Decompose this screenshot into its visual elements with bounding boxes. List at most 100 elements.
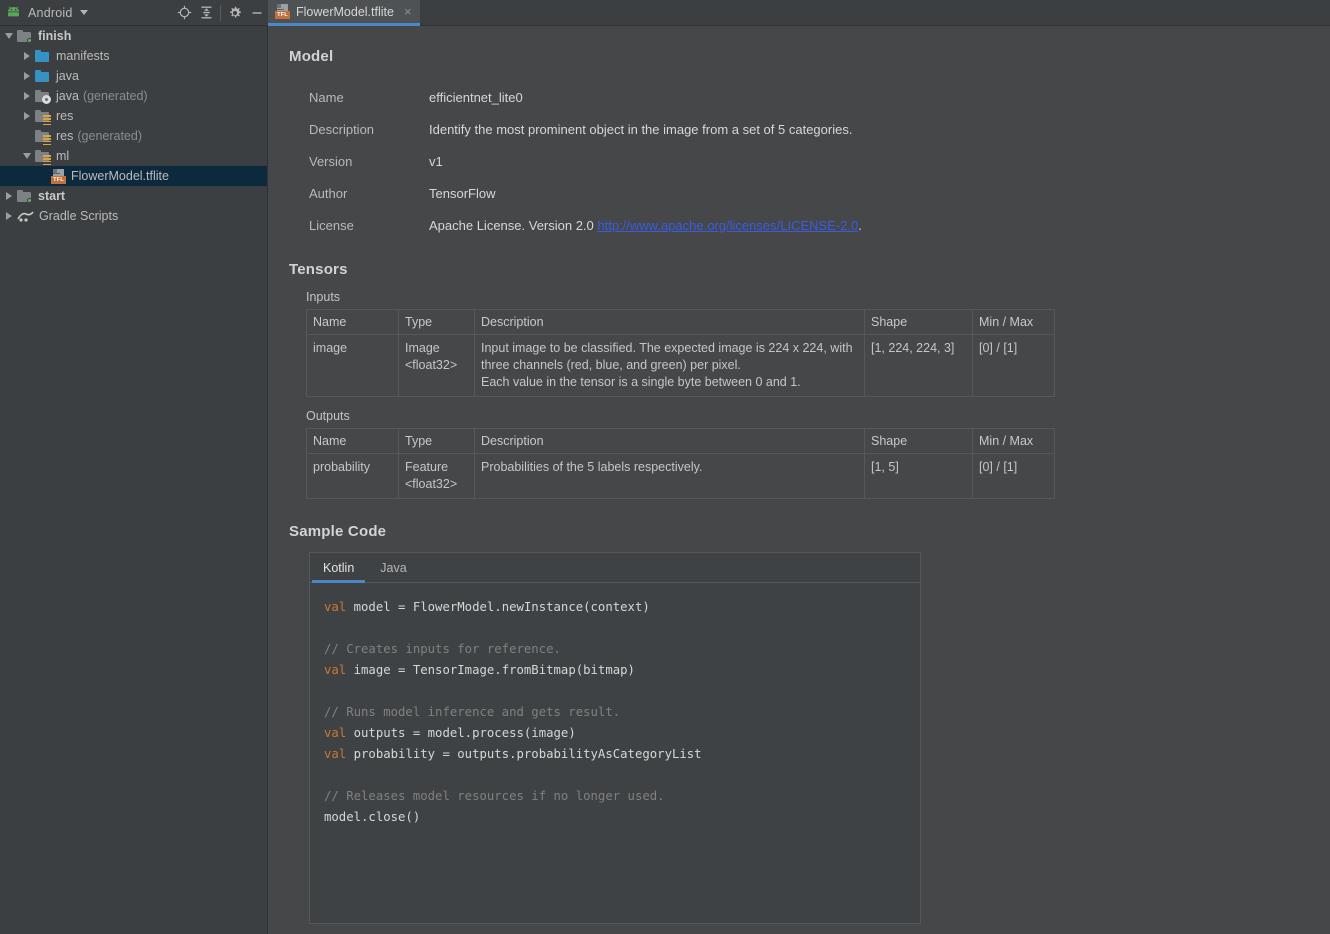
code-block: val model = FlowerModel.newInstance(cont… [324,600,702,824]
model-viewer-pane: Model Name efficientnet_lite0 Description I… [269,26,1330,934]
res-folder-icon [35,129,51,146]
tab-flowermodel-tflite[interactable]: TFL FlowerModel.tflite × [268,0,420,26]
model-property-value: Apache License. Version 2.0 http://www.a… [429,217,862,233]
chevron-right-icon[interactable] [21,106,33,126]
caret-down-icon[interactable] [79,10,88,15]
model-property-value: v1 [429,153,443,169]
column-header: Shape [864,428,973,454]
tree-item-label: res [56,109,74,123]
chevron-down-icon[interactable] [21,146,33,166]
tree-item-label: FlowerModel.tflite [71,169,169,183]
editor-tabstrip: TFL FlowerModel.tflite × [268,0,1330,26]
column-header: Description [474,309,865,335]
column-header: Description [474,428,865,454]
tree-item-label: ml [56,149,70,163]
model-property-row: Description Identify the most prominent o… [309,113,1330,145]
model-property-key: Name [309,89,344,105]
model-property-key: License [309,217,354,233]
close-icon[interactable]: × [404,5,412,18]
column-header: Name [306,309,399,335]
license-link[interactable]: http://www.apache.org/licenses/LICENSE-2… [597,218,858,233]
code-tab-kotlin[interactable]: Kotlin [310,553,367,583]
minimize-icon[interactable] [246,2,268,24]
tree-item-res[interactable]: res [0,106,267,126]
toolbar-divider [220,4,221,21]
chevron-right-icon[interactable] [21,66,33,86]
tree-item-finish[interactable]: finish [0,26,267,46]
tree-item-label: java [56,69,79,83]
model-property-value: efficientnet_lite0 [429,89,523,105]
code-comment: // Creates inputs for reference. [324,642,561,656]
chevron-right-icon[interactable] [21,86,33,106]
model-property-row: Author TensorFlow [309,177,1330,209]
tree-item-suffix: (generated) [82,89,148,103]
code-tab-java[interactable]: Java [367,553,419,583]
folder-icon [35,49,51,63]
collapse-all-icon[interactable] [195,2,217,24]
folder-icon [35,69,51,83]
android-logo-icon [6,6,21,19]
res-folder-icon [35,109,51,126]
code-comment: // Releases model resources if no longer… [324,789,665,803]
sample-code-panel: Kotlin Java val model = FlowerModel.newIn… [309,552,921,924]
tree-item-label: java [56,89,79,103]
column-header: Min / Max [972,309,1055,335]
column-header: Shape [864,309,973,335]
model-property-value: TensorFlow [429,185,496,201]
chevron-right-icon[interactable] [21,46,33,66]
chevron-right-icon[interactable] [3,186,15,206]
generated-folder-icon [35,89,51,104]
code-language-tabs[interactable]: Kotlin Java [310,553,920,583]
model-property-key: Author [309,185,348,201]
table-row: probability Feature <float32> Probabilities… [306,453,1055,499]
model-heading: Model [289,48,334,65]
model-property-row: Version v1 [309,145,1330,177]
model-property-value: Identify the most prominent object in th… [429,121,853,137]
column-header: Name [306,428,399,454]
tree-item-label: manifests [56,49,110,63]
tree-item-java[interactable]: java (generated) [0,86,267,106]
column-header: Type [398,428,475,454]
model-property-key: Version [309,153,353,169]
locate-icon[interactable] [173,2,195,24]
model-property-row: Name efficientnet_lite0 [309,81,1330,113]
cell-desc: Probabilities of the 5 labels respective… [474,453,865,499]
res-folder-icon [35,149,51,166]
model-property-key: Description [309,121,375,137]
model-license-row: License Apache License. Version 2.0 http:… [309,209,1330,241]
tree-item-label: res [56,129,74,143]
tree-item-manifests[interactable]: manifests [0,46,267,66]
tree-item-java[interactable]: java [0,66,267,86]
code-keyword: val [324,663,347,677]
column-header: Min / Max [972,428,1055,454]
table-row: image Image <float32> Input image to be cla… [306,334,1055,397]
tree-item-start[interactable]: start [0,186,267,206]
chevron-right-icon[interactable] [3,206,15,226]
cell-name: image [306,334,399,397]
module-folder-icon [17,189,33,203]
tree-item-gradle-scripts[interactable]: Gradle Scripts [0,206,267,226]
tfl-file-icon: TFL [51,168,66,184]
cell-desc: Input image to be classified. The expect… [474,334,865,397]
chevron-down-icon[interactable] [3,26,15,46]
tree-item-label: start [38,189,66,203]
tfl-badge-label: TFL [275,11,290,19]
module-folder-icon [17,29,33,43]
project-toolbar: Android [0,0,268,26]
tab-label: FlowerModel.tflite [296,4,394,19]
tree-item-flowermodel-tflite[interactable]: TFL FlowerModel.tflite [0,166,267,186]
tree-item-ml[interactable]: ml [0,146,267,166]
tree-item-suffix: (generated) [77,129,142,143]
tree-item-res[interactable]: res (generated) [0,126,267,146]
sample-code-heading: Sample Code [289,523,387,540]
gear-icon[interactable] [224,2,246,24]
code-keyword: val [324,726,347,740]
inputs-table: Name Type Description Shape Min / Max image I… [306,309,1055,397]
cell-type: Feature <float32> [398,453,475,499]
tree-item-label: Gradle Scripts [39,209,119,223]
column-header: Type [398,309,475,335]
code-keyword: val [324,747,347,761]
project-tree[interactable]: finish manifests java java (generated) res res… [0,26,268,934]
cell-shape: [1, 224, 224, 3] [864,334,973,397]
table-header-row: Name Type Description Shape Min / Max [306,428,1055,454]
